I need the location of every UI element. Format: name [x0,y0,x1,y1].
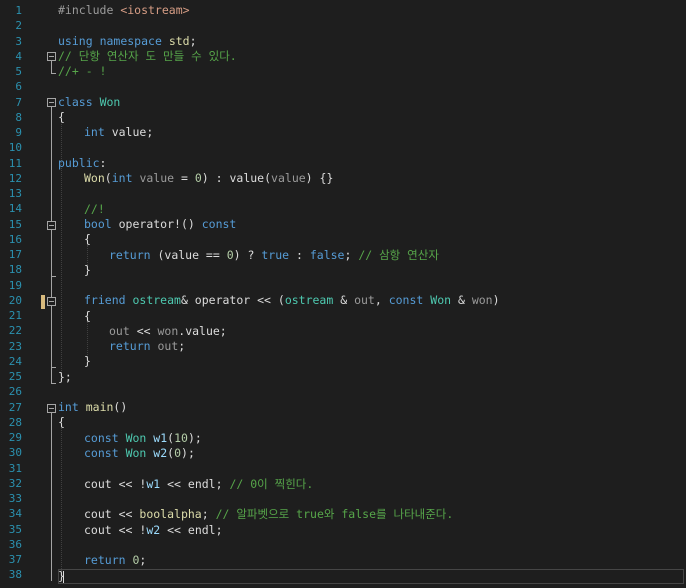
line-number: 30 [8,446,22,460]
line-number: 22 [8,324,22,338]
line-number: 34 [8,507,22,521]
code-line-8[interactable]: { [58,110,65,125]
line-number: 21 [8,309,22,322]
line-number: 37 [8,553,22,566]
current-line-highlight [58,569,684,584]
code-line-15[interactable]: bool operator!() const [84,217,236,232]
line-number: 19 [8,278,22,292]
line-number: 7 [15,95,22,109]
code-line-14[interactable]: //! [84,202,105,217]
line-number: 32 [8,476,22,490]
line-number: 4 [15,49,22,63]
change-marker [41,295,45,309]
code-line-35[interactable]: cout << !w2 << endl; [84,523,223,538]
line-number: 33 [8,492,22,505]
code-line-29[interactable]: const Won w1(10); [84,431,202,446]
line-number: 26 [8,385,22,399]
line-number: 9 [15,126,22,139]
line-number: 35 [8,522,22,536]
code-line-34[interactable]: cout << boolalpha; // 알파벳으로 true와 false를… [84,507,453,522]
fold-line [51,413,52,581]
code-line-11[interactable]: public: [58,156,106,171]
line-number: 6 [15,80,22,94]
line-number: 8 [15,110,22,124]
fold-line [51,107,52,383]
code-line-22[interactable]: out << won.value; [109,324,227,339]
line-number: 25 [8,370,22,383]
code-line-9[interactable]: int value; [84,125,153,140]
code-line-24[interactable]: } [84,354,91,369]
line-number: 28 [8,415,22,429]
line-number: 10 [8,141,22,155]
line-number: 11 [8,156,22,170]
fold-toggle-operator-not[interactable] [47,221,56,230]
code-line-38[interactable]: } [58,569,65,584]
fold-toggle-main[interactable] [47,404,56,413]
fold-line [51,61,52,73]
code-line-25[interactable]: }; [58,370,72,385]
code-line-5[interactable]: //+ - ! [58,64,106,79]
fold-end [51,276,56,277]
code-line-21[interactable]: { [84,309,91,324]
fold-end [51,367,56,368]
line-number: 31 [8,461,22,475]
line-number: 38 [8,568,22,582]
code-line-20[interactable]: friend ostream& operator << (ostream & o… [84,293,500,308]
line-number: 3 [15,34,22,48]
code-line-1[interactable]: #include <iostream> [58,3,190,18]
code-line-7[interactable]: class Won [58,95,120,110]
line-number: 16 [8,232,22,246]
code-line-28[interactable]: { [58,415,65,430]
line-number-gutter: 1 2 3 4 5 6 7 8 9 10 11 12 13 14 15 16 17 18 19 20 21 22 23 24 2… [0,0,40,588]
line-number: 23 [8,339,22,353]
fold-end [51,383,56,384]
line-number: 20 [8,293,22,307]
line-number: 27 [8,400,22,414]
line-number: 2 [15,19,22,33]
code-line-27[interactable]: int main() [58,400,127,415]
code-line-18[interactable]: } [84,263,91,278]
code-line-4[interactable]: // 단항 연산자 도 만들 수 있다. [58,49,237,64]
indent-guide [61,428,62,571]
code-line-30[interactable]: const Won w2(0); [84,446,195,461]
line-number: 17 [8,248,22,261]
line-number: 24 [8,354,22,368]
code-line-23[interactable]: return out; [109,339,185,354]
fold-end [51,73,56,74]
code-editor[interactable]: 1 2 3 4 5 6 7 8 9 10 11 12 13 14 15 16 17 18 19 20 21 22 23 24 2… [0,0,686,588]
fold-toggle-class[interactable] [47,98,56,107]
code-line-37[interactable]: return 0; [84,553,146,568]
code-line-3[interactable]: using namespace std; [58,34,197,49]
line-number: 36 [8,537,22,551]
code-line-32[interactable]: cout << !w1 << endl; // 0이 찍힌다. [84,477,313,492]
line-number: 12 [8,171,22,185]
code-line-12[interactable]: Won(int value = 0) : value(value) {} [84,171,333,186]
fold-toggle-comment[interactable] [47,52,56,61]
code-line-17[interactable]: return (value == 0) ? true : false; // 삼… [109,248,439,263]
line-number: 18 [8,263,22,277]
line-number: 14 [8,202,22,216]
line-number: 13 [8,187,22,200]
line-number: 15 [8,217,22,231]
code-line-16[interactable]: { [84,232,91,247]
fold-toggle-operator-stream[interactable] [47,297,56,306]
line-number: 29 [8,431,22,444]
line-number: 1 [15,4,22,17]
line-number: 5 [15,65,22,78]
